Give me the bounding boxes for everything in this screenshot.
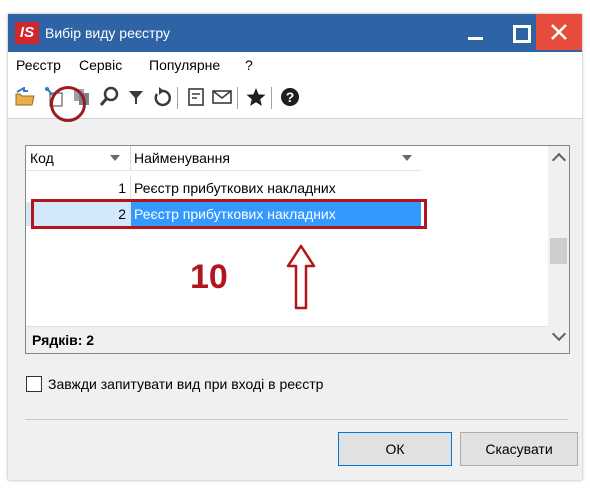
column-separator[interactable] (130, 146, 131, 170)
table-row[interactable]: 1 Реєстр прибуткових накладних (26, 176, 421, 200)
row-code: 1 (118, 180, 126, 196)
form-icon[interactable] (184, 85, 208, 109)
column-header-code[interactable]: Код (30, 150, 54, 166)
app-logo-icon: IS (15, 22, 39, 44)
toolbar: ? (8, 78, 582, 119)
toolbar-divider (271, 87, 272, 109)
row-name: Реєстр прибуткових накладних (134, 180, 336, 196)
svg-text:?: ? (286, 89, 295, 105)
mail-icon[interactable] (210, 85, 234, 109)
refresh-icon[interactable] (150, 85, 174, 109)
menu-item-help[interactable]: ? (245, 57, 253, 73)
toolbar-divider (177, 87, 178, 109)
scroll-down-icon[interactable] (551, 326, 567, 342)
divider (25, 419, 568, 420)
selection-highlight-annotation (31, 199, 427, 229)
cell-separator (130, 176, 131, 200)
menu-item-popular[interactable]: Популярне (149, 57, 220, 73)
close-icon (551, 24, 567, 40)
sort-dropdown-icon[interactable] (402, 155, 412, 161)
scroll-thumb[interactable] (550, 238, 567, 264)
column-header-name[interactable]: Найменування (134, 150, 230, 166)
star-icon[interactable] (244, 85, 268, 109)
vertical-scrollbar[interactable] (548, 146, 569, 353)
title-bar[interactable]: IS Вибір виду реєстру (8, 14, 582, 52)
always-ask-label[interactable]: Завжди запитувати вид при вході в реєстр (48, 376, 323, 392)
step-number-annotation: 10 (190, 258, 228, 296)
cancel-button[interactable]: Скасувати (460, 432, 578, 466)
always-ask-checkbox[interactable] (26, 376, 42, 392)
toolbar-divider (237, 87, 238, 109)
row-count-label: Рядків: 2 (32, 332, 95, 348)
scroll-up-icon[interactable] (551, 152, 567, 168)
ok-button[interactable]: ОК (338, 432, 452, 466)
sort-dropdown-icon[interactable] (110, 155, 120, 161)
row-count-footer: Рядків: 2 (26, 326, 548, 353)
filter-icon[interactable] (124, 85, 148, 109)
grid-header: Код Найменування (26, 146, 421, 171)
minimize-button[interactable] (454, 17, 498, 49)
window-title: Вибір виду реєстру (45, 25, 171, 41)
highlight-ring-annotation (50, 86, 86, 122)
open-folder-icon[interactable] (13, 85, 37, 109)
help-icon[interactable]: ? (278, 85, 302, 109)
menu-item-registry[interactable]: Реєстр (16, 57, 61, 73)
up-arrow-icon (286, 244, 316, 310)
search-icon[interactable] (98, 85, 122, 109)
menu-item-service[interactable]: Сервіс (79, 57, 122, 73)
menu-bar: Реєстр Сервіс Популярне ? (8, 52, 582, 78)
close-button[interactable] (536, 14, 582, 50)
